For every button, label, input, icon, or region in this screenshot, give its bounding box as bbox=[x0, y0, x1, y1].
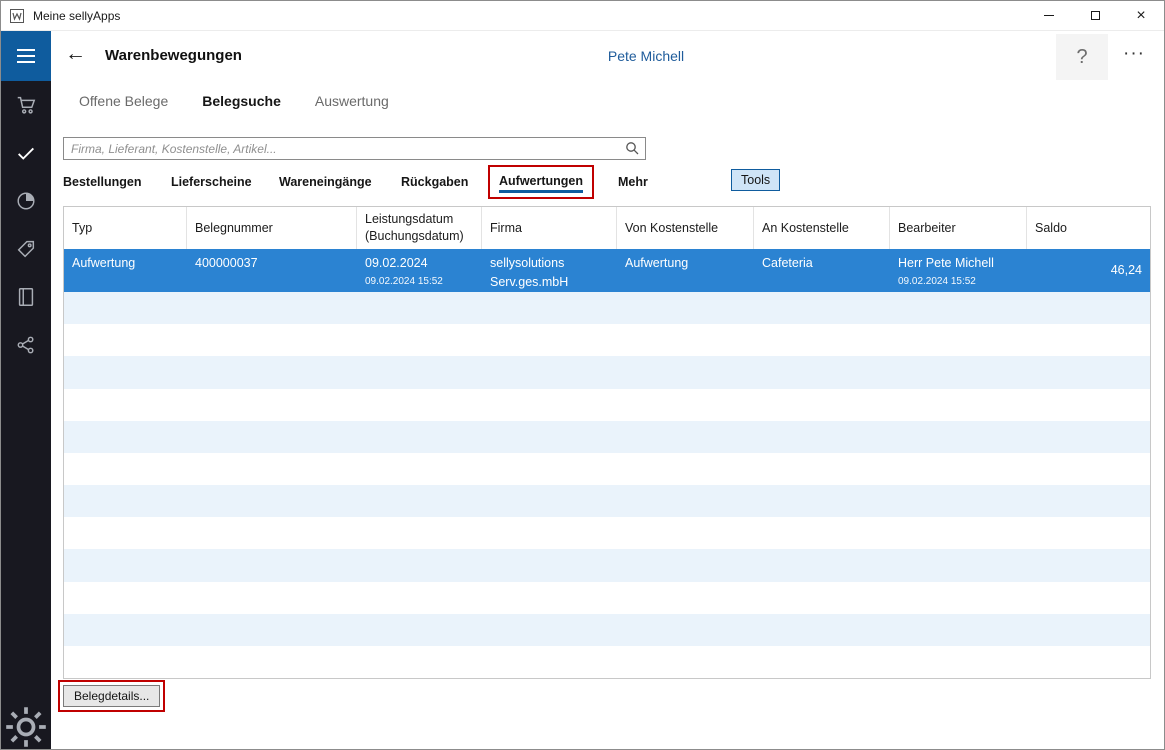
table-empty-row bbox=[64, 388, 1150, 421]
back-button[interactable]: ← bbox=[65, 43, 86, 65]
column-header-bearbeiter[interactable]: Bearbeiter bbox=[890, 207, 1027, 249]
search-icon[interactable] bbox=[624, 140, 640, 156]
hamburger-menu-button[interactable] bbox=[1, 31, 51, 81]
tag-icon bbox=[17, 240, 35, 258]
more-options-button[interactable]: ··· bbox=[1123, 43, 1145, 65]
cell-typ: Aufwertung bbox=[72, 256, 136, 270]
tab-belegsuche[interactable]: Belegsuche bbox=[202, 93, 281, 109]
tools-button[interactable]: Tools bbox=[731, 169, 781, 191]
maximize-button[interactable] bbox=[1072, 1, 1118, 30]
annotation-box-belegdetails: Belegdetails... bbox=[58, 680, 166, 712]
documents-table: Typ Belegnummer Leistungsdatum (Buchungs… bbox=[63, 206, 1151, 679]
app-window: Meine sellyApps × ← Warenbewegungen Pete… bbox=[0, 0, 1165, 750]
window-title: Meine sellyApps bbox=[33, 8, 121, 23]
sidebar bbox=[1, 31, 51, 749]
sidebar-item-goods-movements[interactable] bbox=[1, 129, 51, 177]
search-bar bbox=[63, 137, 646, 160]
table-empty-rows bbox=[64, 292, 1150, 679]
table-empty-row bbox=[64, 324, 1150, 357]
filter-rueckgaben[interactable]: Rückgaben bbox=[401, 175, 468, 189]
cell-saldo: 46,24 bbox=[1110, 262, 1142, 277]
help-icon: ? bbox=[1076, 45, 1088, 68]
book-icon bbox=[18, 288, 34, 306]
column-header-leistungsdatum[interactable]: Leistungsdatum (Buchungsdatum) bbox=[357, 207, 482, 249]
close-icon: × bbox=[1136, 6, 1146, 24]
check-icon bbox=[18, 147, 34, 160]
cell-belegnummer: 400000037 bbox=[195, 256, 258, 270]
table-empty-row bbox=[64, 549, 1150, 582]
user-name[interactable]: Pete Michell bbox=[546, 48, 746, 64]
document-type-filters: Bestellungen Lieferscheine Wareneingänge… bbox=[51, 165, 1164, 201]
filter-mehr[interactable]: Mehr bbox=[618, 175, 648, 189]
table-empty-row bbox=[64, 613, 1150, 646]
sidebar-item-settings[interactable] bbox=[1, 705, 51, 749]
hamburger-icon bbox=[17, 49, 35, 51]
cell-leistungsdatum: 09.02.2024 09.02.2024 15:52 bbox=[365, 256, 443, 288]
close-button[interactable]: × bbox=[1118, 1, 1164, 30]
cart-icon bbox=[17, 96, 36, 114]
sidebar-item-orders[interactable] bbox=[1, 81, 51, 129]
main-content: ← Warenbewegungen Pete Michell ? ··· Off… bbox=[51, 31, 1164, 749]
table-empty-row bbox=[64, 356, 1150, 389]
table-empty-row bbox=[64, 517, 1150, 550]
filter-wareneingaenge[interactable]: Wareneingänge bbox=[279, 175, 372, 189]
table-empty-row bbox=[64, 581, 1150, 614]
gear-icon bbox=[6, 707, 46, 747]
maximize-icon bbox=[1090, 11, 1100, 20]
minimize-icon bbox=[1044, 15, 1054, 16]
filter-bestellungen[interactable]: Bestellungen bbox=[63, 175, 142, 189]
table-empty-row bbox=[64, 485, 1150, 518]
table-empty-row bbox=[64, 420, 1150, 453]
tab-offene-belege[interactable]: Offene Belege bbox=[79, 93, 168, 109]
sidebar-item-reports[interactable] bbox=[1, 177, 51, 225]
titlebar: Meine sellyApps × bbox=[1, 1, 1164, 31]
tab-auswertung[interactable]: Auswertung bbox=[315, 93, 389, 109]
section-tabs: Offene Belege Belegsuche Auswertung bbox=[79, 93, 389, 109]
column-header-firma[interactable]: Firma bbox=[482, 207, 617, 249]
filter-aufwertungen[interactable]: Aufwertungen bbox=[499, 174, 584, 193]
column-header-typ[interactable]: Typ bbox=[64, 207, 187, 249]
minimize-button[interactable] bbox=[1026, 1, 1072, 30]
table-empty-row bbox=[64, 645, 1150, 679]
column-header-von-kostenstelle[interactable]: Von Kostenstelle bbox=[617, 207, 754, 249]
table-empty-row bbox=[64, 452, 1150, 486]
sidebar-item-articles[interactable] bbox=[1, 225, 51, 273]
search-input[interactable] bbox=[63, 137, 646, 160]
sidebar-item-ledger[interactable] bbox=[1, 273, 51, 321]
sidebar-item-network[interactable] bbox=[1, 321, 51, 369]
belegdetails-button[interactable]: Belegdetails... bbox=[63, 685, 161, 707]
app-logo-icon bbox=[9, 8, 25, 24]
table-empty-row bbox=[64, 292, 1150, 325]
column-header-saldo[interactable]: Saldo bbox=[1027, 207, 1150, 249]
column-header-an-kostenstelle[interactable]: An Kostenstelle bbox=[754, 207, 890, 249]
cell-bearbeiter: Herr Pete Michell 09.02.2024 15:52 bbox=[898, 256, 994, 288]
help-button[interactable]: ? bbox=[1056, 34, 1108, 80]
pie-chart-icon bbox=[17, 192, 35, 210]
page-title: Warenbewegungen bbox=[105, 47, 242, 64]
table-header-row: Typ Belegnummer Leistungsdatum (Buchungs… bbox=[64, 207, 1150, 249]
filter-lieferscheine[interactable]: Lieferscheine bbox=[171, 175, 252, 189]
cell-firma: sellysolutions Serv.ges.mbH bbox=[490, 256, 569, 290]
window-controls: × bbox=[1026, 1, 1164, 30]
column-header-belegnummer[interactable]: Belegnummer bbox=[187, 207, 357, 249]
share-icon bbox=[17, 336, 34, 354]
cell-von-kostenstelle: Aufwertung bbox=[625, 256, 689, 270]
annotation-box-aufwertungen: Aufwertungen bbox=[488, 165, 595, 199]
table-row-selected[interactable]: Aufwertung 400000037 09.02.2024 09.02.20… bbox=[64, 249, 1150, 292]
cell-an-kostenstelle: Cafeteria bbox=[762, 256, 813, 270]
